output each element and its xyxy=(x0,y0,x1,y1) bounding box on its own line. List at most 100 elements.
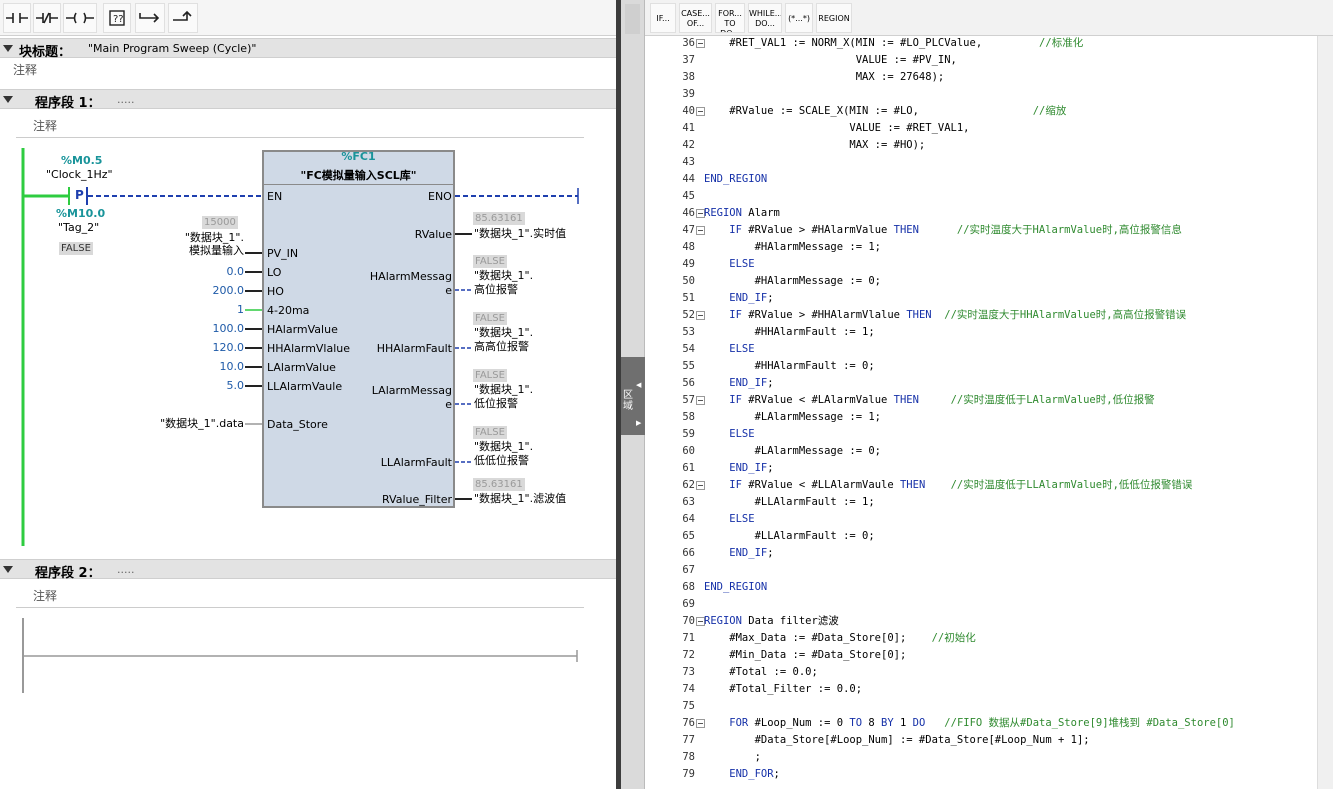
edge-memory-tag[interactable]: "Tag_2" xyxy=(58,221,99,234)
chevron-left-icon: ◀ xyxy=(636,381,642,389)
line-number: 65 xyxy=(682,530,695,542)
lalarm-msg-live: FALSE xyxy=(473,369,507,382)
code-line[interactable]: IF #RValue > #HHAlarmVlalue THEN //实时温度大… xyxy=(704,307,1186,324)
ma-operand[interactable]: 1 xyxy=(160,303,244,317)
network-2-title[interactable]: ..... xyxy=(117,563,134,576)
code-line[interactable]: ELSE xyxy=(704,341,754,358)
code-line[interactable]: MAX := 27648); xyxy=(704,69,945,86)
halarm-operand[interactable]: 100.0 xyxy=(160,322,245,336)
code-line[interactable]: MAX := #HO); xyxy=(704,137,925,154)
code-keyword: IF xyxy=(704,224,742,236)
code-line[interactable]: #LLAlarmFault := 0; xyxy=(704,528,875,545)
lo-operand[interactable]: 0.0 xyxy=(160,265,245,279)
data-store-operand[interactable]: "数据块_1".data xyxy=(120,417,244,431)
scl-button-3[interactable]: WHILE... DO... xyxy=(748,3,782,33)
line-number: 70 xyxy=(682,615,695,627)
region-panel-toggle[interactable]: ◀ 区域 ▶ xyxy=(621,0,645,789)
code-line[interactable]: #Total_Filter := 0.0; xyxy=(704,681,862,698)
code-line[interactable]: VALUE := #PV_IN, xyxy=(704,52,957,69)
code-line[interactable]: IF #RValue < #LAlarmValue THEN //实时温度低于L… xyxy=(704,392,1154,409)
code-area[interactable]: 36 #RET_VAL1 := NORM_X(MIN := #LO_PLCVal… xyxy=(645,36,1317,789)
code-text: #RET_VAL1 := NORM_X(MIN := #LO_PLCValue, xyxy=(704,37,1040,49)
llalarm-fault-operand-2[interactable]: 低低位报警 xyxy=(474,454,529,468)
code-line[interactable]: END_IF; xyxy=(704,375,773,392)
fc-address[interactable]: %FC1 xyxy=(262,150,455,163)
line-number: 57 xyxy=(682,394,695,406)
code-line[interactable]: IF #RValue < #LLAlarmVaule THEN //实时温度低于… xyxy=(704,477,1192,494)
edge-memory-address[interactable]: %M10.0 xyxy=(56,207,105,220)
ho-operand[interactable]: 200.0 xyxy=(160,284,245,298)
code-line[interactable]: #Max_Data := #Data_Store[0]; //初始化 xyxy=(704,630,975,647)
rvalue-filter-operand[interactable]: "数据块_1".滤波值 xyxy=(474,492,566,506)
code-line[interactable]: #HAlarmMessage := 0; xyxy=(704,273,881,290)
code-line[interactable]: #RValue := SCALE_X(MIN := #LO, //缩放 xyxy=(704,103,1066,120)
line-number: 73 xyxy=(682,666,695,678)
code-line[interactable]: ELSE xyxy=(704,256,754,273)
code-line[interactable]: #Data_Store[#Loop_Num] := #Data_Store[#L… xyxy=(704,732,1090,749)
code-line[interactable]: END_IF; xyxy=(704,460,773,477)
code-text: #Data_Store[#Loop_Num] := #Data_Store[#L… xyxy=(704,734,1090,746)
code-line[interactable]: REGION Data filter滤波 xyxy=(704,613,839,630)
code-line[interactable]: #HHAlarmFault := 0; xyxy=(704,358,875,375)
contact-tag[interactable]: "Clock_1Hz" xyxy=(46,168,113,181)
code-line[interactable]: END_IF; xyxy=(704,290,773,307)
code-line[interactable]: ELSE xyxy=(704,426,754,443)
rvalue-operand[interactable]: "数据块_1".实时值 xyxy=(474,227,566,241)
scl-button-5[interactable]: REGION xyxy=(816,3,852,33)
code-keyword: REGION xyxy=(704,615,742,627)
code-keyword: END_IF xyxy=(704,547,768,559)
code-line[interactable]: ELSE xyxy=(704,511,754,528)
fc-name[interactable]: "FC模拟量输入SCL库" xyxy=(262,167,455,183)
vertical-scrollbar[interactable] xyxy=(1317,36,1333,789)
line-number: 71 xyxy=(682,632,695,644)
pv-in-operand-1[interactable]: "数据块_1". xyxy=(140,231,244,245)
code-comment: //实时温度大于HHAlarmValue时,高高位报警错误 xyxy=(944,309,1187,321)
code-line[interactable]: #LLAlarmFault := 1; xyxy=(704,494,875,511)
fold-minus xyxy=(698,315,703,316)
code-line[interactable]: #LAlarmMessage := 0; xyxy=(704,443,881,460)
code-line[interactable]: END_REGION xyxy=(704,579,767,596)
code-line[interactable]: #HAlarmMessage := 1; xyxy=(704,239,881,256)
region-tab[interactable]: ◀ 区域 ▶ xyxy=(621,357,645,435)
scl-button-label: FOR... xyxy=(718,9,742,18)
code-line[interactable]: END_REGION xyxy=(704,171,767,188)
code-line[interactable]: ; xyxy=(704,749,761,766)
contact-address[interactable]: %M0.5 xyxy=(61,154,102,167)
scl-button-1[interactable]: CASE... OF... xyxy=(679,3,712,33)
fold-minus xyxy=(698,43,703,44)
halarm-msg-operand-2[interactable]: 高位报警 xyxy=(474,283,518,297)
scl-button-2[interactable]: FOR...TO DO... xyxy=(715,3,745,33)
scl-button-label: CASE... xyxy=(681,9,710,18)
code-line[interactable]: IF #RValue > #HAlarmValue THEN //实时温度大于H… xyxy=(704,222,1182,239)
code-line[interactable]: #Min_Data := #Data_Store[0]; xyxy=(704,647,906,664)
code-line[interactable]: FOR #Loop_Num := 0 TO 8 BY 1 DO //FIFO 数… xyxy=(704,715,1235,732)
p-contact[interactable]: P xyxy=(68,187,88,205)
hhalarm-fault-operand-2[interactable]: 高高位报警 xyxy=(474,340,529,354)
hhalarm-fault-operand-1[interactable]: "数据块_1". xyxy=(474,326,533,340)
code-line[interactable]: REGION Alarm xyxy=(704,205,780,222)
code-line[interactable]: #HHAlarmFault := 1; xyxy=(704,324,875,341)
code-line[interactable]: VALUE := #RET_VAL1, xyxy=(704,120,969,137)
fc-pin-rvalue: RValue xyxy=(414,228,452,241)
lalarm-msg-operand-1[interactable]: "数据块_1". xyxy=(474,383,533,397)
network-2-bar[interactable]: 程序段 2： ..... xyxy=(0,559,616,581)
network-2-comment[interactable]: 注释 xyxy=(33,587,57,604)
hhalarm-operand[interactable]: 120.0 xyxy=(160,341,245,355)
halarm-msg-operand-1[interactable]: "数据块_1". xyxy=(474,269,533,283)
code-line[interactable]: #Total := 0.0; xyxy=(704,664,818,681)
pv-in-operand-2[interactable]: 模拟量输入 xyxy=(140,244,244,258)
code-line[interactable]: #RET_VAL1 := NORM_X(MIN := #LO_PLCValue,… xyxy=(704,35,1083,52)
code-text: MAX := #HO); xyxy=(704,139,926,151)
llalarm-fault-operand-1[interactable]: "数据块_1". xyxy=(474,440,533,454)
scl-button-4[interactable]: (*...*) xyxy=(785,3,813,33)
lalarm-msg-operand-2[interactable]: 低位报警 xyxy=(474,397,518,411)
code-line[interactable]: END_IF; xyxy=(704,545,773,562)
lalarm-operand[interactable]: 10.0 xyxy=(160,360,245,374)
fc-pin-hhalarmvlalue: HHAlarmVlalue xyxy=(267,342,351,355)
code-line[interactable]: END_FOR; xyxy=(704,766,780,783)
collapse-arrow-icon[interactable] xyxy=(3,566,13,573)
fc-pin-pv-in: PV_IN xyxy=(267,247,299,260)
code-line[interactable]: #LAlarmMessage := 1; xyxy=(704,409,881,426)
scl-button-0[interactable]: IF... xyxy=(650,3,676,33)
llalarm-operand[interactable]: 5.0 xyxy=(160,379,245,393)
